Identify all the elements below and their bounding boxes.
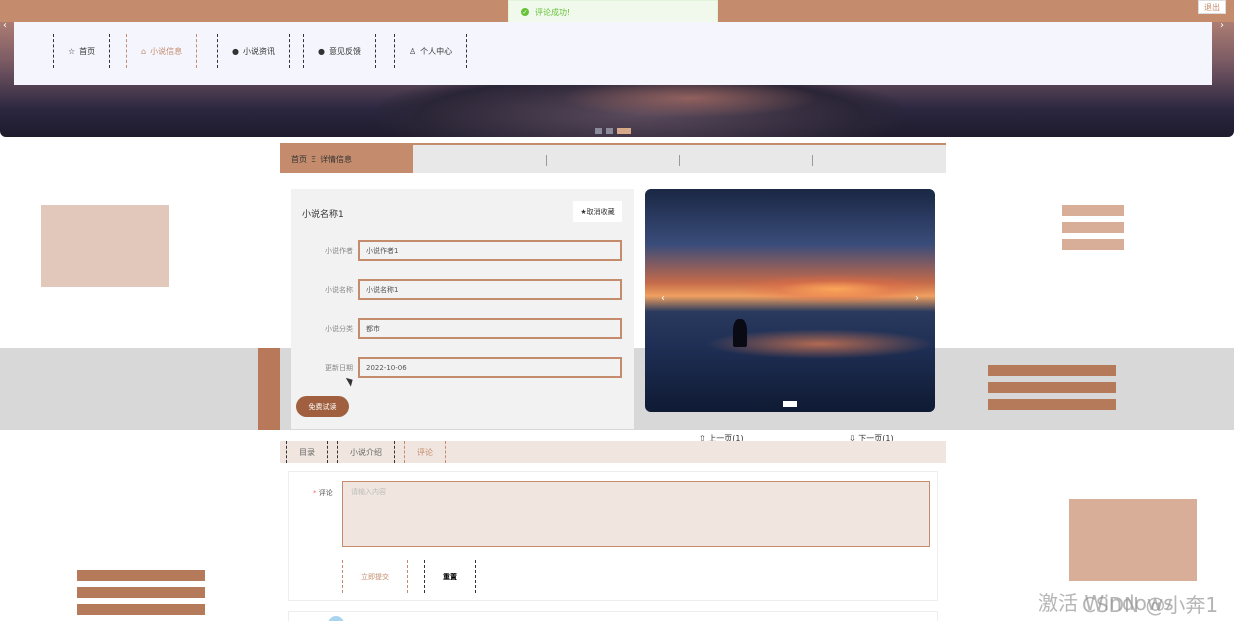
success-toast: ✓ 评论成功! [508,0,718,24]
decor-bars [988,365,1116,416]
banner-indicators [595,128,631,134]
detail-tabs: 目录 小说介绍 评论 [280,441,946,463]
breadcrumb-home[interactable]: 首页 [291,154,307,165]
breadcrumb-active: 首页 Ξ 详情信息 [280,145,413,173]
check-circle-icon: ✓ [521,8,529,16]
tab-catalog[interactable]: 目录 [286,441,328,463]
nav-item-home[interactable]: ☆ 首页 [53,34,111,68]
comment-label: * 评论 [313,489,333,497]
author-input[interactable]: 小说作者1 [358,240,622,261]
decor-block [41,205,169,287]
nav-item-novel-news[interactable]: ● 小说资讯 [217,34,290,68]
update-date-input[interactable]: 2022-10-06 [358,357,622,378]
comment-form: * 评论 立即提交 重置 [288,471,938,601]
decor-bars [77,570,205,621]
nav-item-novel-info[interactable]: ⌂ 小说信息 [126,34,198,68]
cancel-favorite-button[interactable]: ★取消收藏 [573,201,622,222]
reset-button[interactable]: 重置 [424,560,476,593]
main-nav: ☆ 首页 ⌂ 小说信息 ● 小说资讯 ● 意见反馈 ♙ 个人中心 [14,22,1212,85]
category-input[interactable]: 都市 [358,318,622,339]
tab-intro[interactable]: 小说介绍 [337,441,395,463]
decor-bars [1062,205,1124,256]
decor-block [1069,499,1197,581]
csdn-watermark: CSDN @小奔1 [1082,593,1219,617]
comment-list-card [288,611,938,621]
tab-comments[interactable]: 评论 [404,441,446,463]
submit-button[interactable]: 立即提交 [342,560,408,593]
nav-item-user-center[interactable]: ♙ 个人中心 [394,34,468,68]
free-trial-button[interactable]: 免费试读 [296,396,349,417]
banner-dot[interactable] [606,128,613,134]
info-icon: ● [232,46,239,56]
decor-strip [258,348,280,430]
carousel-indicator[interactable] [783,401,797,407]
nav-item-feedback[interactable]: ● 意见反馈 [303,34,376,68]
user-icon: ♙ [409,46,417,56]
toast-text: 评论成功! [535,7,571,17]
breadcrumb-separator: Ξ [311,154,317,164]
banner-dot[interactable] [595,128,602,134]
name-input[interactable]: 小说名称1 [358,279,622,300]
silhouette-figure [733,319,747,347]
comment-textarea[interactable] [342,481,930,547]
carousel-next-icon[interactable]: › [915,293,919,304]
logout-button[interactable]: 退出 [1198,0,1226,14]
detail-image-carousel: ‹ › [645,189,935,412]
breadcrumb: 首页 Ξ 详情信息 [280,143,946,173]
page: ‹ › 退出 ✓ 评论成功! ☆ 首页 ⌂ 小说信息 ● 小说资讯 ● 意见反馈 [0,0,1234,621]
detail-card: 小说名称1 ★取消收藏 小说作者 小说作者1 小说名称 小说名称1 小说分类 都… [291,189,634,429]
lock-icon: ⌂ [141,46,147,56]
question-icon: ● [318,46,325,56]
novel-title: 小说名称1 [302,210,344,220]
breadcrumb-current: 详情信息 [320,154,353,164]
star-icon: ☆ [68,46,76,56]
carousel-prev-icon[interactable]: ‹ [661,293,665,304]
banner-dot-active[interactable] [617,128,631,134]
